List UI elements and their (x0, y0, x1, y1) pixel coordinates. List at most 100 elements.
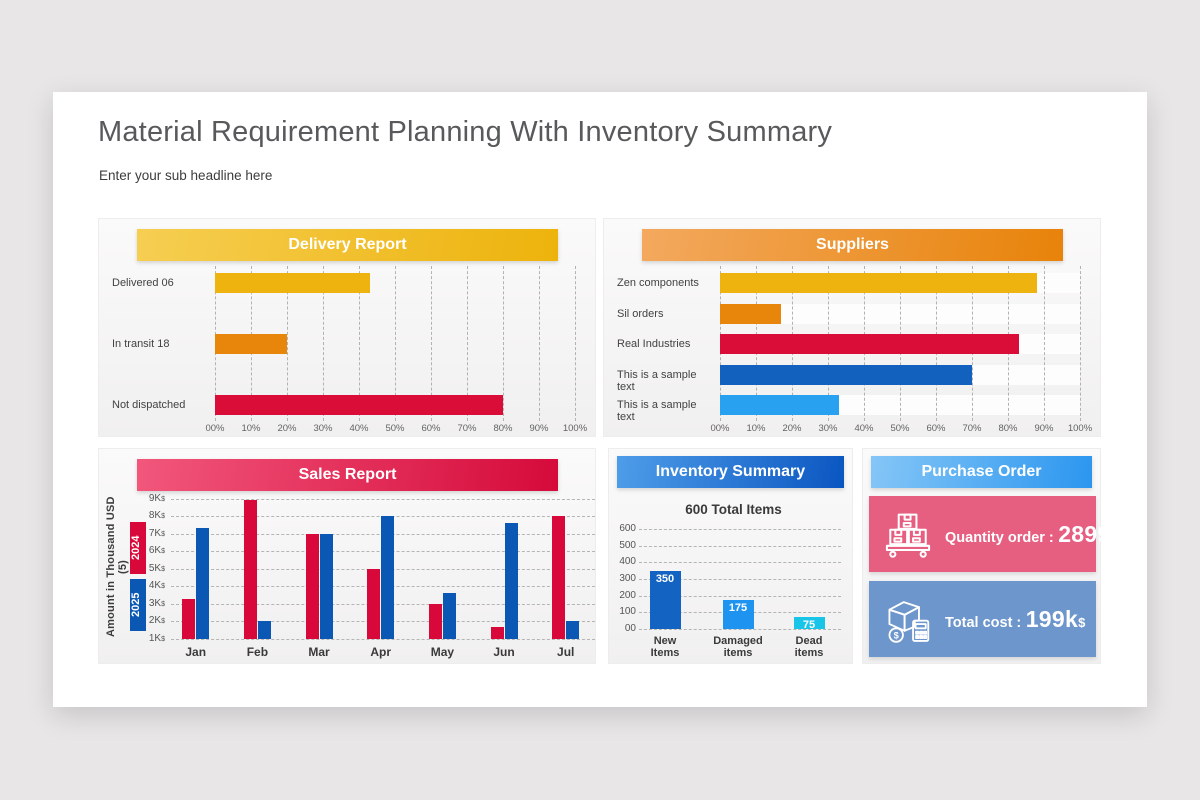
gridline (639, 546, 841, 547)
axis-tick-label: 70% (956, 423, 988, 434)
axis-tick-label: 20% (776, 423, 808, 434)
axis-tick-label: 3K$ (129, 598, 165, 609)
axis-tick-label: 30% (812, 423, 844, 434)
quantity-order-label: Quantity order : (945, 530, 1054, 546)
axis-tick-label: 00% (199, 423, 231, 434)
category-label: Delivered 06 (112, 277, 212, 289)
bar-2024 (367, 569, 380, 639)
quantity-order-text: Quantity order : 2899 (945, 521, 1111, 548)
axis-tick-label: 10% (740, 423, 772, 434)
category-label: Mar (298, 645, 340, 659)
axis-tick-label: 00 (609, 623, 636, 634)
category-label: Jul (545, 645, 587, 659)
bar-2024 (182, 599, 195, 639)
boxes-trolley-icon (881, 507, 935, 561)
quantity-order-value: 2899 (1058, 521, 1110, 547)
axis-tick-label: 2K$ (129, 615, 165, 626)
category-label: This is a sample text (617, 399, 717, 423)
axis-tick-label: 100% (559, 423, 591, 434)
category-label: Damageditems (703, 635, 773, 659)
bar-2025 (566, 621, 579, 639)
axis-tick-label: 300 (609, 573, 636, 584)
sales-report-chart: 1K$2K$3K$4K$5K$6K$7K$8K$9K$JanFebMarAprM… (99, 449, 595, 663)
delivery-report-chart: 00%10%20%30%40%50%60%70%80%90%100%Delive… (99, 219, 595, 436)
axis-tick-label: 6K$ (129, 545, 165, 556)
category-label: Deaditems (774, 635, 844, 659)
bar (720, 334, 1019, 354)
bar-2025 (196, 528, 209, 639)
bar-2025 (505, 523, 518, 639)
axis-tick-label: 200 (609, 590, 636, 601)
total-cost-card: $ Total cost : 199k$ (869, 581, 1096, 657)
category-label: Jan (175, 645, 217, 659)
bar-2025 (320, 534, 333, 639)
axis-tick-label: 80% (992, 423, 1024, 434)
slide-card: Material Requirement Planning With Inven… (53, 92, 1147, 707)
gridline (171, 639, 595, 640)
axis-tick-label: 100% (1064, 423, 1096, 434)
axis-tick-label: 80% (487, 423, 519, 434)
bar (720, 273, 1037, 293)
axis-tick-label: 5K$ (129, 563, 165, 574)
axis-tick-label: 8K$ (129, 510, 165, 521)
axis-tick-label: 60% (415, 423, 447, 434)
bar-2024 (491, 627, 504, 639)
bar-2024 (244, 500, 257, 639)
gridline (1080, 266, 1081, 421)
category-label: Feb (236, 645, 278, 659)
bar-2024 (429, 604, 442, 639)
axis-tick-label: 90% (1028, 423, 1060, 434)
bar-2024 (552, 516, 565, 639)
panel-suppliers: Suppliers 00%10%20%30%40%50%60%70%80%90%… (603, 218, 1101, 437)
axis-tick-label: 10% (235, 423, 267, 434)
category-label: Not dispatched (112, 399, 212, 411)
purchase-order-header: Purchase Order (871, 456, 1092, 488)
value-label: 75 (794, 619, 825, 631)
axis-tick-label: 20% (271, 423, 303, 434)
bar-2024 (306, 534, 319, 639)
category-label: Jun (483, 645, 525, 659)
axis-tick-label: 60% (920, 423, 952, 434)
axis-tick-label: 4K$ (129, 580, 165, 591)
total-cost-label: Total cost : (945, 615, 1021, 631)
panel-purchase-order: Purchase Order (862, 448, 1101, 664)
box-calculator-icon: $ (881, 592, 935, 646)
axis-tick-label: 500 (609, 540, 636, 551)
axis-tick-label: 50% (379, 423, 411, 434)
page-title: Material Requirement Planning With Inven… (98, 116, 832, 149)
suppliers-chart: 00%10%20%30%40%50%60%70%80%90%100%Zen co… (604, 219, 1100, 436)
axis-tick-label: 30% (307, 423, 339, 434)
gridline (503, 266, 504, 421)
axis-tick-label: 50% (884, 423, 916, 434)
axis-tick-label: 400 (609, 556, 636, 567)
gridline (539, 266, 540, 421)
svg-text:$: $ (894, 630, 900, 640)
value-label: 350 (650, 573, 681, 585)
category-label: NewItems (630, 635, 700, 659)
axis-tick-label: 90% (523, 423, 555, 434)
category-label: May (421, 645, 463, 659)
category-label: Zen components (617, 277, 717, 289)
bar-2025 (443, 593, 456, 639)
bar (215, 334, 287, 354)
axis-tick-label: 600 (609, 523, 636, 534)
gridline (639, 562, 841, 563)
axis-tick-label: 7K$ (129, 528, 165, 539)
total-cost-text: Total cost : 199k$ (945, 606, 1085, 633)
total-cost-value: 199k (1026, 606, 1078, 632)
bar-2025 (258, 621, 271, 639)
bar-2025 (381, 516, 394, 639)
panel-inventory-summary: Inventory Summary 600 Total Items 001002… (608, 448, 853, 664)
bar (720, 365, 972, 385)
bar (720, 304, 781, 324)
gridline (171, 499, 595, 500)
axis-tick-label: 100 (609, 606, 636, 617)
bar (215, 273, 370, 293)
page-subtitle: Enter your sub headline here (99, 168, 272, 183)
axis-tick-label: 40% (343, 423, 375, 434)
gridline (639, 529, 841, 530)
gridline (575, 266, 576, 421)
bar (720, 395, 839, 415)
gridline (1044, 266, 1045, 421)
axis-tick-label: 00% (704, 423, 736, 434)
